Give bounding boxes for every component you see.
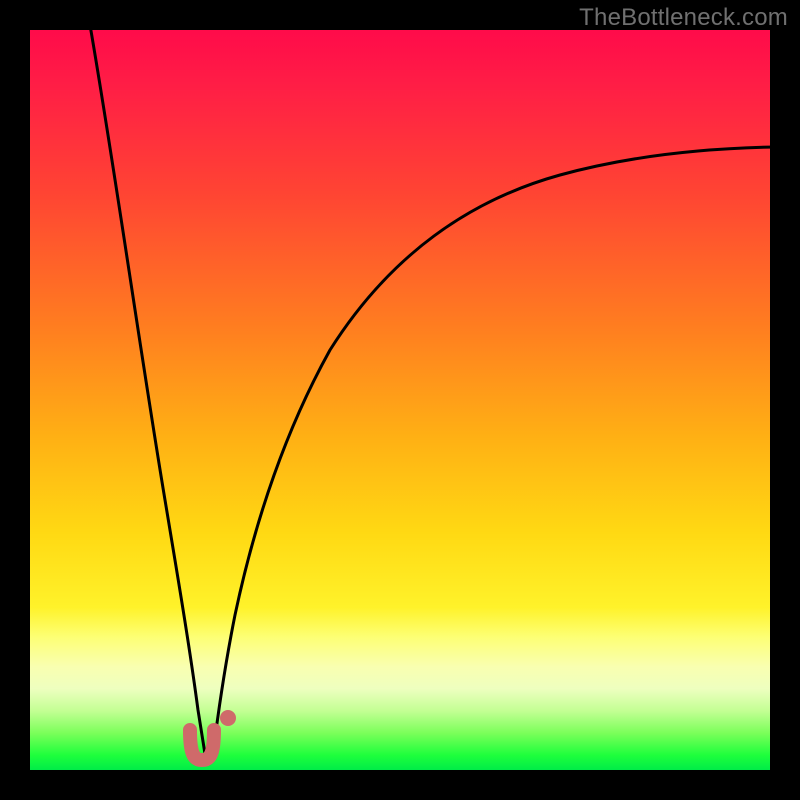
chart-frame: TheBottleneck.com [0, 0, 800, 800]
watermark-text: TheBottleneck.com [579, 4, 788, 32]
plot-area [30, 30, 770, 770]
curve-right-branch [213, 147, 775, 754]
curve-layer [30, 30, 770, 770]
curve-left-branch [90, 25, 205, 754]
near-min-marker-dot [220, 710, 236, 726]
